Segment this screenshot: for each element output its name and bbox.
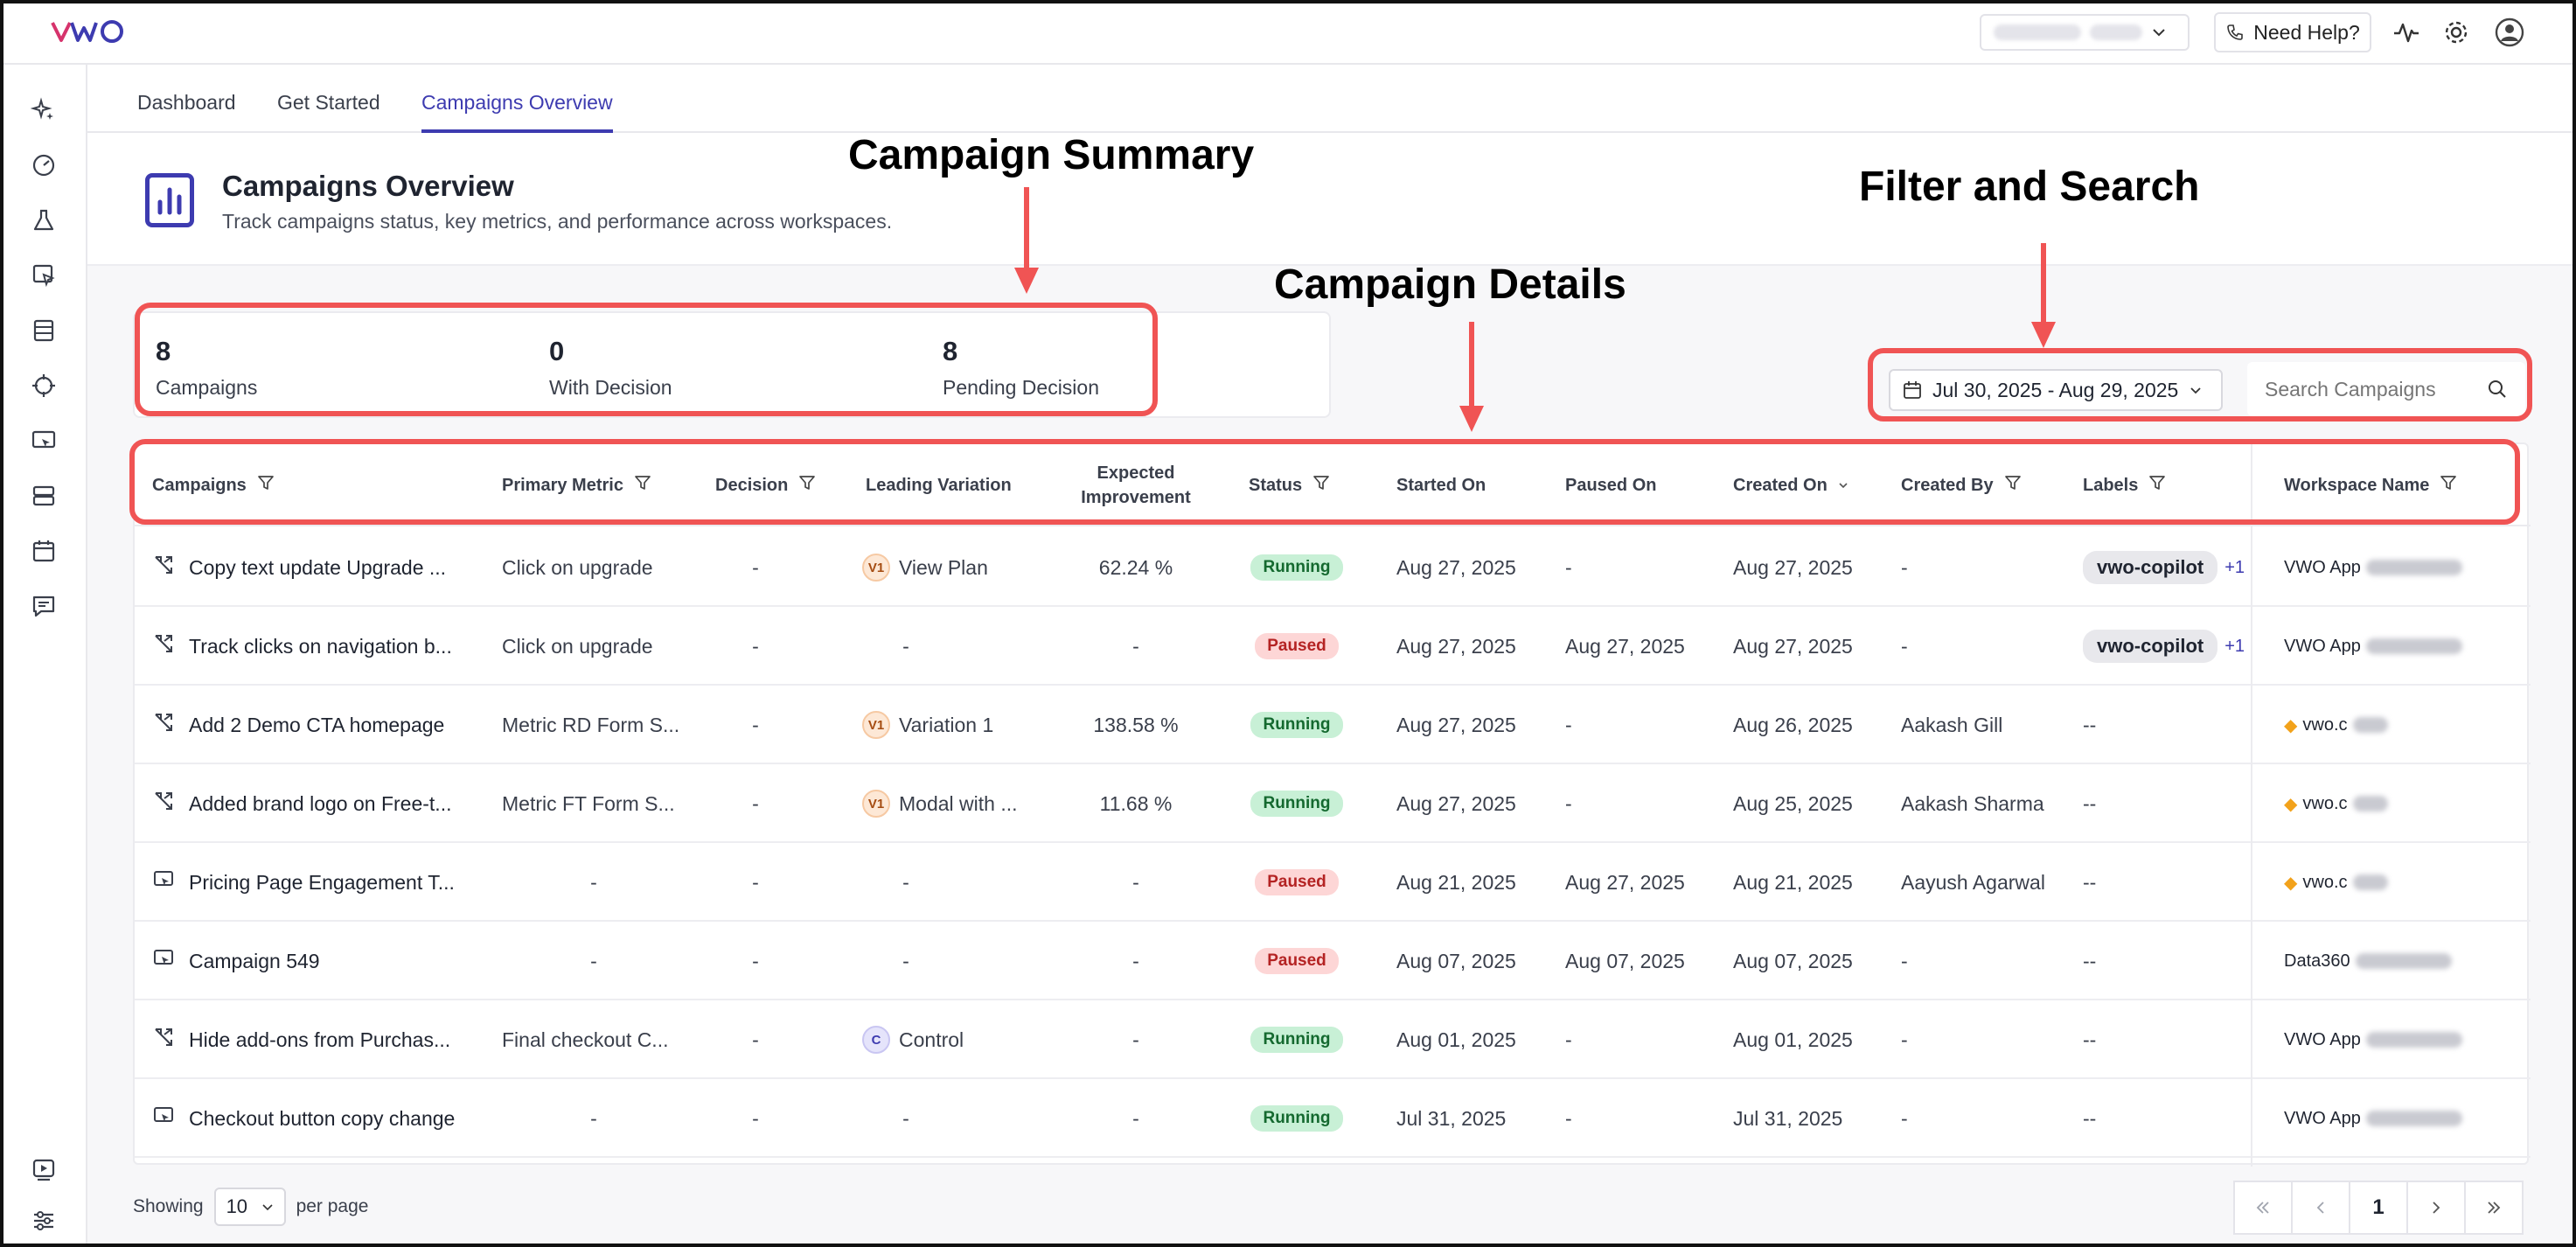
screenshot-frame [0, 0, 2576, 1247]
